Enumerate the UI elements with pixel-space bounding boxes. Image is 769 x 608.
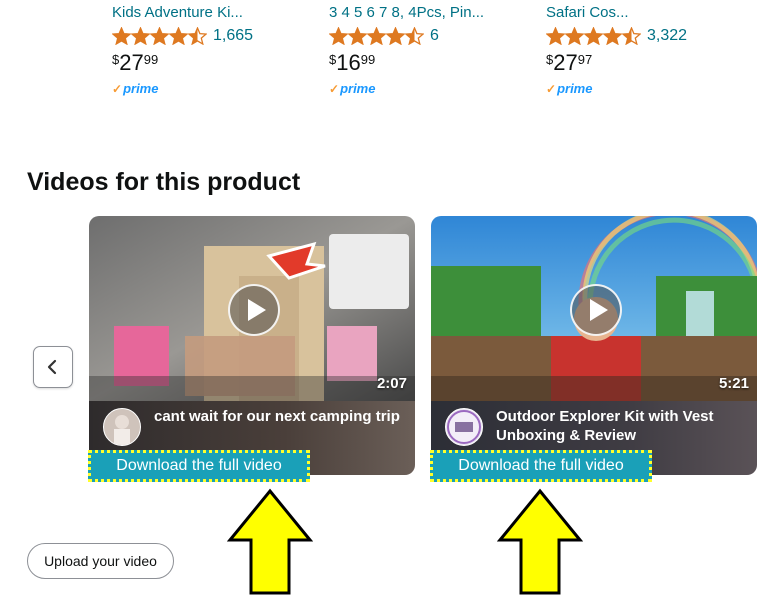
- star-rating[interactable]: 6: [329, 27, 439, 45]
- star-rating[interactable]: 1,665: [112, 27, 253, 45]
- prime-check-icon: ✓: [546, 81, 557, 96]
- rating-count[interactable]: 3,322: [647, 27, 687, 45]
- price: $2799: [112, 50, 159, 75]
- prime-badge: ✓ prime: [112, 81, 159, 96]
- product-title[interactable]: Safari Cos...: [546, 4, 629, 21]
- star-icon: [546, 27, 641, 45]
- prime-badge: ✓ prime: [546, 81, 593, 96]
- video-title[interactable]: cant wait for our next camping trip: [154, 407, 404, 426]
- carousel-prev-button[interactable]: [33, 346, 73, 388]
- video-card[interactable]: 5:21 Outdoor Explorer Kit with Vest Unbo…: [431, 216, 757, 475]
- play-icon[interactable]: [570, 284, 622, 336]
- star-icon: [329, 27, 424, 45]
- avatar[interactable]: [103, 408, 141, 446]
- chevron-left-icon: [47, 359, 57, 375]
- video-duration: 2:07: [376, 375, 407, 392]
- video-card[interactable]: 2:07 cant wait for our next camping trip: [89, 216, 415, 475]
- prime-badge: ✓ prime: [329, 81, 376, 96]
- download-video-button[interactable]: Download the full video: [430, 450, 652, 482]
- rating-count[interactable]: 1,665: [213, 27, 253, 45]
- rating-count[interactable]: 6: [430, 27, 439, 45]
- up-arrow-icon: [227, 488, 313, 595]
- prime-check-icon: ✓: [329, 81, 340, 96]
- price: $1699: [329, 50, 376, 75]
- product-title[interactable]: Kids Adventure Ki...: [112, 4, 243, 21]
- prime-check-icon: ✓: [112, 81, 123, 96]
- video-title[interactable]: Outdoor Explorer Kit with Vest Unboxing …: [496, 407, 746, 445]
- up-arrow-icon: [497, 488, 583, 595]
- avatar[interactable]: [445, 408, 483, 446]
- price: $2797: [546, 50, 593, 75]
- product-title[interactable]: 3 4 5 6 7 8, 4Pcs, Pin...: [329, 4, 484, 21]
- download-video-button[interactable]: Download the full video: [88, 450, 310, 482]
- star-icon: [112, 27, 207, 45]
- upload-video-button[interactable]: Upload your video: [27, 543, 174, 579]
- video-duration: 5:21: [718, 375, 749, 392]
- play-icon[interactable]: [228, 284, 280, 336]
- star-rating[interactable]: 3,322: [546, 27, 687, 45]
- section-title: Videos for this product: [27, 168, 301, 196]
